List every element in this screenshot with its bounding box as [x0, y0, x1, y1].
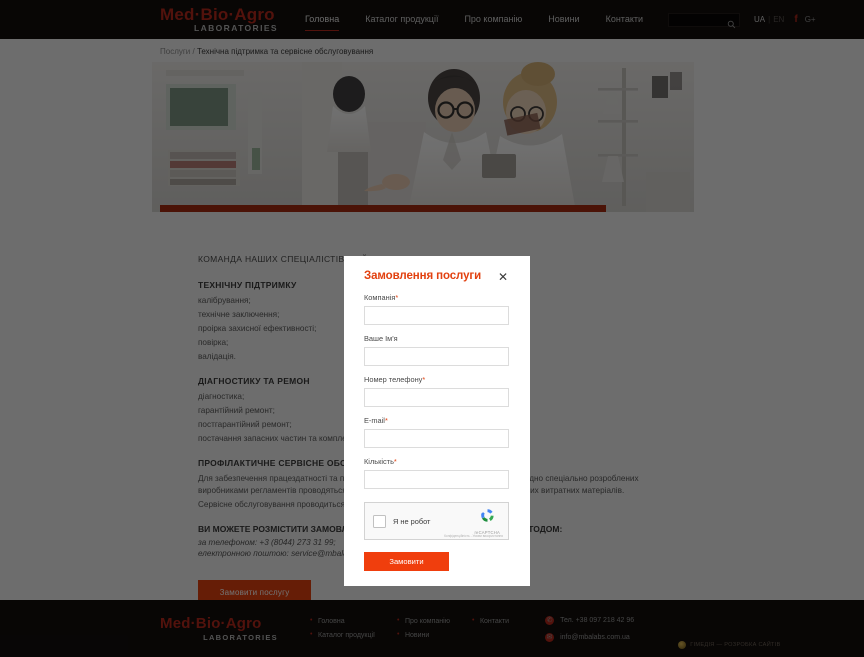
- recaptcha-checkbox[interactable]: [373, 514, 386, 528]
- recaptcha-widget[interactable]: Я не робот reCAPTCHA Конфіденційність - …: [364, 502, 509, 540]
- field-quantity: Кількість*: [364, 457, 510, 489]
- submit-order-button[interactable]: Замовити: [364, 552, 449, 571]
- recaptcha-label: Я не робот: [393, 516, 431, 526]
- quantity-input[interactable]: [364, 470, 509, 489]
- field-name: Ваше Ім'я: [364, 334, 510, 366]
- field-email: E-mail*: [364, 416, 510, 448]
- recaptcha-terms[interactable]: Конфіденційність - Умови використання: [444, 534, 503, 538]
- name-input[interactable]: [364, 347, 509, 366]
- recaptcha-branding: reCAPTCHA: [474, 507, 500, 535]
- field-company: Компанія*: [364, 293, 510, 325]
- close-icon[interactable]: ✕: [496, 270, 510, 284]
- phone-input[interactable]: [364, 388, 509, 407]
- recaptcha-icon: [480, 509, 494, 522]
- label-email: E-mail*: [364, 416, 388, 425]
- company-input[interactable]: [364, 306, 509, 325]
- modal-title: Замовлення послуги: [364, 270, 482, 282]
- modal-header: Замовлення послуги ✕: [364, 270, 510, 284]
- label-quantity: Кількість*: [364, 457, 397, 466]
- email-input[interactable]: [364, 429, 509, 448]
- label-phone: Номер телефону*: [364, 375, 426, 384]
- field-phone: Номер телефону*: [364, 375, 510, 407]
- label-name: Ваше Ім'я: [364, 334, 398, 343]
- order-service-modal: Замовлення послуги ✕ Компанія* Ваше Ім'я…: [344, 256, 530, 586]
- label-company: Компанія*: [364, 293, 399, 302]
- page-root: Med·Bio·Agro LABORATORIES Головна Катало…: [0, 0, 864, 657]
